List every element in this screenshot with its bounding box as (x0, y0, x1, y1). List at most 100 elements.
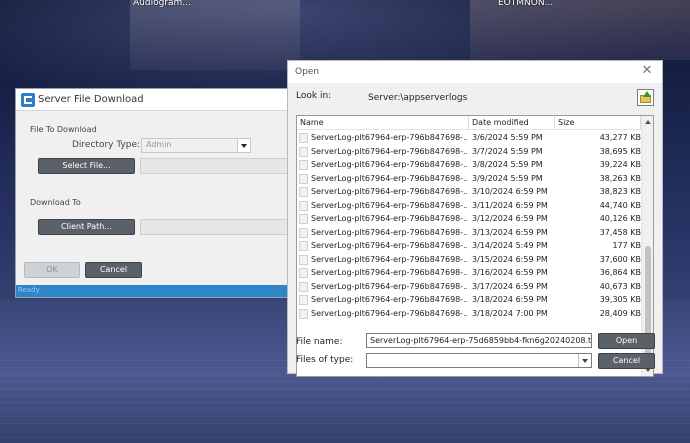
table-row[interactable]: ServerLog-plt67964-erp-796b847698-... 3/7… (297, 145, 641, 159)
file-name-input[interactable]: ServerLog-plt67964-erp-75d6859bb4-fkn6g2… (366, 333, 592, 348)
file-icon (299, 200, 308, 211)
file-icon (299, 173, 308, 184)
size-cell: 37,600 KB (599, 254, 641, 264)
selected-file-field[interactable] (140, 158, 296, 174)
directory-type-select[interactable]: Admin (141, 138, 251, 153)
table-row[interactable]: ServerLog-plt67964-erp-796b847698-... 3/1… (297, 253, 641, 267)
table-row[interactable]: ServerLog-plt67964-erp-796b847698-... 3/1… (297, 307, 641, 321)
file-icon (299, 308, 308, 319)
directory-type-label: Directory Type: (72, 140, 141, 150)
table-row[interactable]: ServerLog-plt67964-erp-796b847698-... 3/1… (297, 239, 641, 253)
look-in-path: Server:\appserverlogs (368, 93, 468, 103)
file-name-cell: ServerLog-plt67964-erp-796b847698-... (311, 241, 467, 250)
look-in-label: Look in: (296, 91, 332, 101)
select-file-button[interactable]: Select File... (38, 158, 135, 174)
file-icon (299, 160, 308, 170)
date-modified-cell: 3/18/2024 7:00 PM (472, 308, 548, 318)
size-cell: 28,409 KB (599, 308, 641, 318)
close-icon[interactable]: ✕ (640, 64, 654, 78)
file-icon (299, 268, 308, 278)
files-of-type-label: Files of type: (296, 355, 354, 365)
desktop-wallpaper-building (470, 0, 690, 60)
window-title: Server File Download (38, 94, 144, 105)
file-name-cell: ServerLog-plt67964-erp-796b847698-... (311, 254, 467, 264)
file-icon (299, 146, 308, 157)
dialog-title: Open (295, 67, 320, 77)
size-cell: 38,823 KB (599, 187, 641, 196)
desktop-icon-label[interactable]: EOTMNON... (498, 0, 553, 8)
file-name-cell: ServerLog-plt67964-erp-796b847698-... (311, 295, 467, 304)
desktop-wallpaper-building (130, 0, 300, 70)
size-cell: 177 KB (612, 241, 641, 250)
chevron-down-icon[interactable] (237, 139, 250, 152)
title-bar[interactable]: Open ✕ (288, 61, 662, 83)
table-row[interactable]: ServerLog-plt67964-erp-796b847698-... 3/1… (297, 293, 641, 307)
size-cell: 38,263 KB (599, 173, 641, 183)
files-of-type-select[interactable] (366, 353, 592, 368)
column-header-date[interactable]: Date modified (469, 116, 555, 130)
size-cell: 36,864 KB (599, 268, 641, 277)
arrow-up-icon (643, 91, 651, 97)
table-row[interactable]: ServerLog-plt67964-erp-796b847698-... 3/1… (297, 280, 641, 294)
file-to-download-heading: File To Download (30, 125, 97, 134)
size-cell: 39,305 KB (599, 295, 641, 304)
file-name-cell: ServerLog-plt67964-erp-796b847698-... (311, 268, 467, 277)
desktop-icon-label[interactable]: Audiogram... (133, 0, 191, 8)
ok-button[interactable]: OK (24, 262, 80, 278)
file-icon (299, 281, 308, 292)
file-name-cell: ServerLog-plt67964-erp-796b847698-... (311, 160, 467, 169)
file-name-cell: ServerLog-plt67964-erp-796b847698-... (311, 173, 467, 183)
size-cell: 44,740 KB (599, 200, 641, 210)
file-name-cell: ServerLog-plt67964-erp-796b847698-... (311, 227, 467, 237)
file-icon (299, 227, 308, 238)
file-icon (299, 187, 308, 197)
date-modified-cell: 3/13/2024 6:59 PM (472, 227, 548, 237)
cancel-button[interactable]: Cancel (598, 353, 655, 369)
table-row[interactable]: ServerLog-plt67964-erp-796b847698-... 3/1… (297, 226, 641, 240)
file-icon (299, 295, 308, 305)
file-name-cell: ServerLog-plt67964-erp-796b847698-... (311, 214, 467, 223)
date-modified-cell: 3/12/2024 6:59 PM (472, 214, 548, 223)
table-row[interactable]: ServerLog-plt67964-erp-796b847698-... 3/8… (297, 158, 641, 172)
client-path-button[interactable]: Client Path... (38, 219, 135, 235)
file-list-header: Name Date modified Size (297, 116, 641, 130)
table-row[interactable]: ServerLog-plt67964-erp-796b847698-... 3/1… (297, 199, 641, 213)
table-row[interactable]: ServerLog-plt67964-erp-796b847698-... 3/1… (297, 185, 641, 199)
download-to-heading: Download To (30, 198, 81, 207)
file-icon (299, 241, 308, 251)
size-cell: 38,695 KB (599, 146, 641, 156)
column-header-name[interactable]: Name (297, 116, 469, 130)
client-path-field[interactable] (140, 219, 296, 235)
file-name-cell: ServerLog-plt67964-erp-796b847698-... (311, 308, 467, 318)
chevron-down-icon[interactable] (578, 354, 591, 367)
server-file-download-window: Server File Download File To Download Di… (15, 88, 296, 298)
date-modified-cell: 3/6/2024 5:59 PM (472, 133, 543, 142)
title-bar[interactable]: Server File Download (16, 89, 294, 111)
open-button[interactable]: Open (598, 333, 655, 349)
table-row[interactable]: ServerLog-plt67964-erp-796b847698-... 3/9… (297, 172, 641, 186)
date-modified-cell: 3/16/2024 6:59 PM (472, 268, 548, 277)
column-header-size[interactable]: Size (555, 116, 641, 130)
table-row[interactable]: ServerLog-plt67964-erp-796b847698-... 3/1… (297, 266, 641, 280)
date-modified-cell: 3/10/2024 6:59 PM (472, 187, 548, 196)
size-cell: 37,458 KB (599, 227, 641, 237)
file-name-cell: ServerLog-plt67964-erp-796b847698-... (311, 133, 467, 142)
file-rows: ServerLog-plt67964-erp-796b847698-... 3/6… (297, 131, 641, 320)
up-folder-button[interactable] (637, 89, 654, 106)
date-modified-cell: 3/14/2024 5:49 PM (472, 241, 548, 250)
cancel-button[interactable]: Cancel (85, 262, 142, 278)
date-modified-cell: 3/7/2024 5:59 PM (472, 146, 543, 156)
status-bar: Ready (16, 285, 294, 297)
date-modified-cell: 3/8/2024 5:59 PM (472, 160, 543, 169)
size-cell: 40,673 KB (599, 281, 641, 291)
scroll-up-icon[interactable] (645, 120, 651, 124)
status-text: Ready (18, 286, 40, 294)
file-name-cell: ServerLog-plt67964-erp-796b847698-... (311, 187, 467, 196)
file-icon (299, 214, 308, 224)
directory-type-value: Admin (146, 140, 172, 149)
size-cell: 43,277 KB (599, 133, 641, 142)
table-row[interactable]: ServerLog-plt67964-erp-796b847698-... 3/6… (297, 131, 641, 145)
date-modified-cell: 3/18/2024 6:59 PM (472, 295, 548, 304)
table-row[interactable]: ServerLog-plt67964-erp-796b847698-... 3/1… (297, 212, 641, 226)
size-cell: 40,126 KB (599, 214, 641, 223)
